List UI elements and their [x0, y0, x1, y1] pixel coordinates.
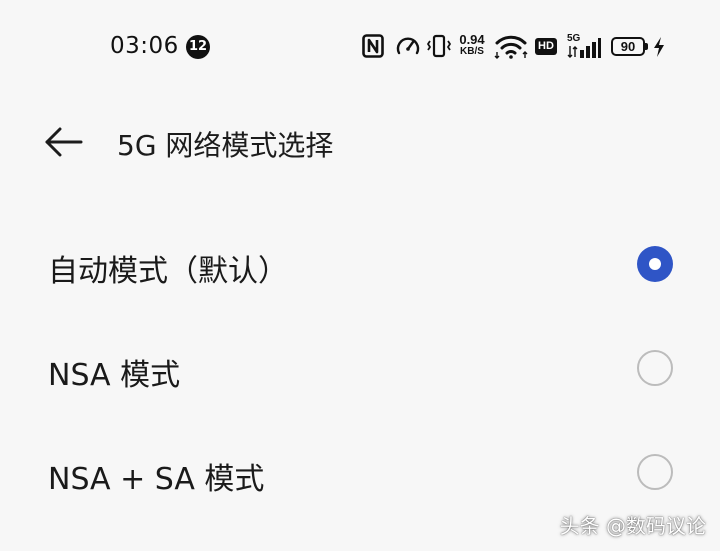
- network-speed-unit: KB/S: [460, 46, 484, 57]
- nfc-icon: [362, 34, 384, 60]
- arrow-left-icon: [45, 127, 83, 157]
- page-title: 5G 网络模式选择: [117, 129, 334, 162]
- battery-tip: [645, 43, 648, 50]
- radio-selected[interactable]: [637, 246, 673, 282]
- option-nsa-sa-mode[interactable]: NSA + SA 模式: [0, 424, 720, 520]
- signal-icon: [567, 37, 601, 63]
- vibrate-icon: [426, 34, 452, 60]
- hd-icon: HD: [535, 38, 557, 55]
- status-time: 03:06: [110, 33, 179, 59]
- radio-dot: [649, 258, 661, 270]
- network-speed: 0.94 KB/S: [455, 33, 489, 57]
- status-bar: 03:06 12 0.94 KB/S HD 5G 90: [0, 0, 720, 96]
- option-auto-mode[interactable]: 自动模式（默认）: [0, 216, 720, 312]
- radio-unselected[interactable]: [637, 454, 673, 490]
- back-button[interactable]: [38, 122, 88, 162]
- option-label: NSA + SA 模式: [48, 462, 265, 497]
- watermark: 头条 @数码议论: [559, 514, 706, 538]
- option-label: NSA 模式: [48, 358, 181, 393]
- wifi-icon: [494, 34, 528, 60]
- network-speed-value: 0.94: [459, 32, 485, 47]
- notification-count-badge: 12: [186, 35, 210, 59]
- option-nsa-mode[interactable]: NSA 模式: [0, 320, 720, 416]
- radio-unselected[interactable]: [637, 350, 673, 386]
- option-label: 自动模式（默认）: [48, 254, 288, 289]
- charging-icon: [652, 36, 666, 62]
- battery-icon: 90: [611, 37, 645, 56]
- speedometer-icon: [395, 34, 421, 60]
